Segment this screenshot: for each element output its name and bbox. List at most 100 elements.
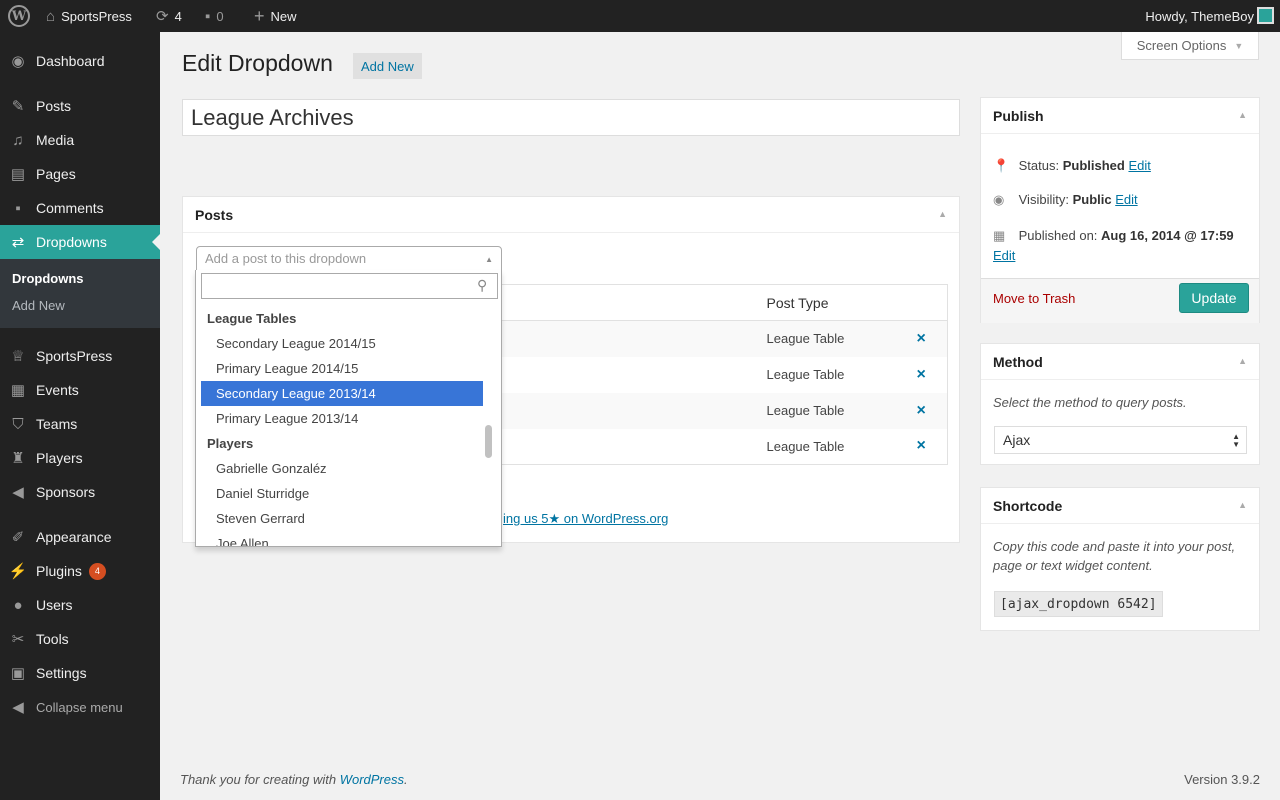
sidebar-item-dropdowns[interactable]: ⇄ Dropdowns bbox=[0, 225, 160, 259]
site-name-link[interactable]: ⌂ SportsPress bbox=[46, 0, 132, 32]
dropdowns-submenu: Dropdowns Add New bbox=[0, 259, 160, 328]
chevron-down-icon: ▼ bbox=[1234, 40, 1244, 51]
wordpress-logo-icon[interactable]: W bbox=[8, 5, 30, 27]
shield-icon: ⛉ bbox=[12, 415, 24, 433]
publish-visibility-row: ◉ Visibility: Public Edit bbox=[993, 192, 1138, 207]
sidebar-item-pages[interactable]: ▤ Pages bbox=[0, 157, 160, 191]
collapse-icon: ◀ bbox=[12, 699, 24, 716]
updates-link[interactable]: ⟳ 4 bbox=[156, 0, 182, 32]
user-icon: ● bbox=[13, 596, 23, 614]
publish-actions: Move to Trash Update bbox=[981, 278, 1259, 323]
submenu-item-add-new[interactable]: Add New bbox=[12, 298, 65, 313]
comment-icon: ▪ bbox=[15, 199, 21, 217]
table-cell-type: League Table bbox=[766, 392, 917, 429]
dropdown-option[interactable]: Primary League 2014/15 bbox=[201, 356, 483, 381]
method-select[interactable]: Ajax ▲ ▼ bbox=[994, 426, 1247, 454]
method-metabox: Method ▲ Select the method to query post… bbox=[980, 343, 1260, 465]
sidebar-item-media[interactable]: ♫ Media bbox=[0, 123, 160, 157]
admin-sidebar: ◉ Dashboard ✎ Posts ♫ Media ▤ Pages ▪ Co… bbox=[0, 32, 160, 800]
dropdown-option-highlighted[interactable]: Secondary League 2013/14 bbox=[201, 381, 483, 406]
trophy-icon: ♕ bbox=[11, 348, 25, 365]
remove-row-icon[interactable]: × bbox=[917, 330, 926, 347]
edit-date-link[interactable]: Edit bbox=[993, 248, 1015, 263]
table-header-actions bbox=[916, 284, 948, 321]
sidebar-item-teams[interactable]: ⛉ Teams bbox=[0, 407, 160, 441]
remove-row-icon[interactable]: × bbox=[917, 437, 926, 454]
dropdown-option[interactable]: Secondary League 2014/15 bbox=[201, 331, 483, 356]
wordpress-link[interactable]: WordPress bbox=[340, 772, 404, 787]
account-link[interactable]: Howdy, ThemeBoy bbox=[1145, 0, 1254, 32]
add-post-dropdown-list: ⚲ League Tables Secondary League 2014/15… bbox=[195, 270, 502, 547]
sidebar-item-users[interactable]: ● Users bbox=[0, 588, 160, 622]
edit-visibility-link[interactable]: Edit bbox=[1115, 192, 1137, 207]
method-description: Select the method to query posts. bbox=[993, 395, 1187, 410]
sidebar-item-sportspress[interactable]: ♕ SportsPress bbox=[0, 339, 160, 373]
calendar-icon: ▦ bbox=[993, 228, 1006, 243]
dashboard-icon: ◉ bbox=[11, 53, 25, 70]
dropdown-option[interactable]: Gabrielle Gonzaléz bbox=[201, 456, 483, 481]
caret-up-icon: ▲ bbox=[485, 255, 493, 264]
publish-date-row: ▦ Published on: Aug 16, 2014 @ 17:59 Edi… bbox=[993, 228, 1234, 263]
posts-metabox-header[interactable]: Posts ▲ bbox=[183, 197, 959, 233]
wrench-icon: ✂ bbox=[11, 631, 25, 648]
remove-row-icon[interactable]: × bbox=[917, 402, 926, 419]
new-content-link[interactable]: + New bbox=[254, 0, 297, 32]
comments-link[interactable]: ▪ 0 bbox=[205, 0, 224, 32]
avatar[interactable] bbox=[1257, 7, 1274, 24]
sidebar-item-appearance[interactable]: ✐ Appearance bbox=[0, 520, 160, 554]
dropdown-option[interactable]: Steven Gerrard bbox=[201, 506, 483, 531]
shirt-icon: ♜ bbox=[11, 450, 25, 467]
rate-plugin-link[interactable]: ing us 5★ on WordPress.org bbox=[503, 511, 668, 527]
move-to-trash-link[interactable]: Move to Trash bbox=[993, 291, 1075, 306]
dropdown-search-input[interactable] bbox=[201, 273, 498, 299]
sidebar-item-events[interactable]: ▦ Events bbox=[0, 373, 160, 407]
collapse-toggle-icon[interactable]: ▲ bbox=[1238, 110, 1247, 120]
dropdown-scrollbar[interactable] bbox=[485, 425, 492, 458]
sidebar-item-players[interactable]: ♜ Players bbox=[0, 441, 160, 475]
sidebar-item-tools[interactable]: ✂ Tools bbox=[0, 622, 160, 656]
post-title-input[interactable] bbox=[182, 99, 960, 136]
table-header-post-type: Post Type bbox=[766, 284, 917, 321]
screen-options-button[interactable]: Screen Options ▼ bbox=[1121, 32, 1259, 60]
settings-icon: ▣ bbox=[10, 665, 26, 682]
sidebar-item-comments[interactable]: ▪ Comments bbox=[0, 191, 160, 225]
footer-version: Version 3.9.2 bbox=[1184, 772, 1260, 787]
shortcode-metabox-header[interactable]: Shortcode ▲ bbox=[981, 488, 1259, 524]
dropdown-option[interactable]: Joe Allen bbox=[201, 531, 483, 546]
collapse-toggle-icon[interactable]: ▲ bbox=[1238, 356, 1247, 366]
page-title: Edit Dropdown bbox=[182, 50, 333, 76]
remove-row-icon[interactable]: × bbox=[917, 366, 926, 383]
publish-metabox: Publish ▲ 📍 Status: Published Edit ◉ Vis… bbox=[980, 97, 1260, 323]
table-cell-type: League Table bbox=[766, 438, 845, 454]
add-post-select[interactable]: Add a post to this dropdown ▲ bbox=[196, 246, 502, 272]
dropdown-group-players: Players bbox=[207, 436, 254, 451]
shuffle-icon: ⇄ bbox=[11, 234, 25, 251]
shortcode-description: Copy this code and paste it into your po… bbox=[993, 539, 1236, 573]
submenu-item-dropdowns[interactable]: Dropdowns bbox=[12, 271, 84, 286]
plug-icon: ⚡ bbox=[8, 563, 28, 580]
collapse-menu-button[interactable]: ◀ Collapse menu bbox=[0, 690, 160, 724]
add-new-button[interactable]: Add New bbox=[353, 53, 422, 79]
edit-status-link[interactable]: Edit bbox=[1128, 158, 1150, 173]
brush-icon: ✐ bbox=[11, 529, 25, 546]
dropdown-option[interactable]: Primary League 2013/14 bbox=[201, 406, 483, 431]
update-button[interactable]: Update bbox=[1179, 283, 1249, 313]
comment-icon: ▪ bbox=[205, 7, 211, 25]
sidebar-item-dashboard[interactable]: ◉ Dashboard bbox=[0, 44, 160, 78]
pin-icon: 📍 bbox=[993, 158, 1010, 173]
shortcode-text[interactable]: [ajax_dropdown 6542] bbox=[994, 591, 1163, 617]
sidebar-item-plugins[interactable]: ⚡ Plugins 4 bbox=[0, 554, 160, 588]
collapse-toggle-icon[interactable]: ▲ bbox=[938, 209, 947, 219]
dropdown-option[interactable]: Daniel Sturridge bbox=[201, 481, 483, 506]
admin-bar: W ⌂ SportsPress ⟳ 4 ▪ 0 + New Howdy, The… bbox=[0, 0, 1280, 32]
collapse-toggle-icon[interactable]: ▲ bbox=[1238, 500, 1247, 510]
publish-metabox-header[interactable]: Publish ▲ bbox=[981, 98, 1259, 134]
home-icon: ⌂ bbox=[46, 7, 56, 25]
shortcode-metabox: Shortcode ▲ Copy this code and paste it … bbox=[980, 487, 1260, 631]
pin-icon: ✎ bbox=[11, 98, 25, 115]
method-metabox-header[interactable]: Method ▲ bbox=[981, 344, 1259, 380]
pages-icon: ▤ bbox=[10, 166, 26, 183]
sidebar-item-settings[interactable]: ▣ Settings bbox=[0, 656, 160, 690]
sidebar-item-sponsors[interactable]: ◀ Sponsors bbox=[0, 475, 160, 509]
sidebar-item-posts[interactable]: ✎ Posts bbox=[0, 89, 160, 123]
